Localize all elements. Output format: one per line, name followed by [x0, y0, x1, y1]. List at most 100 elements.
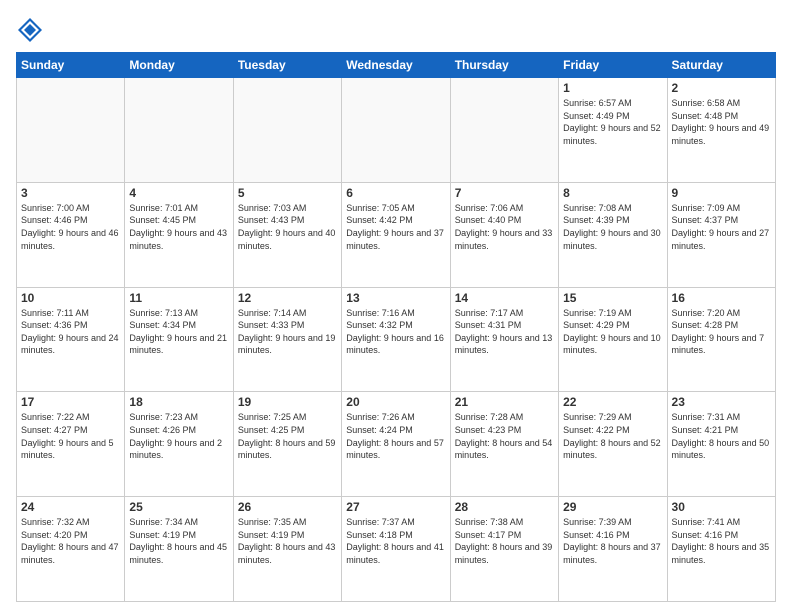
calendar-cell: 26 Sunrise: 7:35 AM Sunset: 4:19 PM Dayli…: [233, 497, 341, 602]
calendar-cell: 25Sunrise: 7:34 AM Sunset: 4:19 PM Dayli…: [125, 497, 233, 602]
day-info: Sunrise: 7:37 AM Sunset: 4:18 PM Dayligh…: [346, 516, 445, 566]
day-number: 22: [563, 395, 662, 409]
day-info: Sunrise: 7:08 AM Sunset: 4:39 PM Dayligh…: [563, 202, 662, 252]
calendar-cell: 8 Sunrise: 7:08 AM Sunset: 4:39 PM Daylig…: [559, 182, 667, 287]
day-number: 28: [455, 500, 554, 514]
day-number: 23: [672, 395, 771, 409]
weekday-header-thursday: Thursday: [450, 53, 558, 78]
calendar-cell: 1 Sunrise: 6:57 AM Sunset: 4:49 PM Daylig…: [559, 78, 667, 183]
calendar-table: SundayMondayTuesdayWednesdayThursdayFrid…: [16, 52, 776, 602]
calendar-cell: 29 Sunrise: 7:39 AM Sunset: 4:16 PM Dayli…: [559, 497, 667, 602]
day-number: 7: [455, 186, 554, 200]
calendar-cell: [233, 78, 341, 183]
calendar-cell: 17Sunrise: 7:22 AM Sunset: 4:27 PM Dayli…: [17, 392, 125, 497]
day-number: 11: [129, 291, 228, 305]
day-info: Sunrise: 7:01 AM Sunset: 4:45 PM Dayligh…: [129, 202, 228, 252]
day-info: Sunrise: 7:03 AM Sunset: 4:43 PM Dayligh…: [238, 202, 337, 252]
calendar-cell: 27 Sunrise: 7:37 AM Sunset: 4:18 PM Dayli…: [342, 497, 450, 602]
weekday-header-friday: Friday: [559, 53, 667, 78]
calendar-cell: 28 Sunrise: 7:38 AM Sunset: 4:17 PM Dayli…: [450, 497, 558, 602]
calendar-cell: 5 Sunrise: 7:03 AM Sunset: 4:43 PM Daylig…: [233, 182, 341, 287]
day-number: 14: [455, 291, 554, 305]
day-info: Sunrise: 7:39 AM Sunset: 4:16 PM Dayligh…: [563, 516, 662, 566]
day-number: 6: [346, 186, 445, 200]
day-info: Sunrise: 7:11 AM Sunset: 4:36 PM Dayligh…: [21, 307, 120, 357]
weekday-header-wednesday: Wednesday: [342, 53, 450, 78]
day-info: Sunrise: 7:09 AM Sunset: 4:37 PM Dayligh…: [672, 202, 771, 252]
day-info: Sunrise: 7:19 AM Sunset: 4:29 PM Dayligh…: [563, 307, 662, 357]
day-number: 5: [238, 186, 337, 200]
day-number: 16: [672, 291, 771, 305]
weekday-header-sunday: Sunday: [17, 53, 125, 78]
calendar-cell: 20 Sunrise: 7:26 AM Sunset: 4:24 PM Dayli…: [342, 392, 450, 497]
header: [16, 16, 776, 44]
day-info: Sunrise: 7:17 AM Sunset: 4:31 PM Dayligh…: [455, 307, 554, 357]
calendar-cell: 2 Sunrise: 6:58 AM Sunset: 4:48 PM Daylig…: [667, 78, 775, 183]
day-info: Sunrise: 7:32 AM Sunset: 4:20 PM Dayligh…: [21, 516, 120, 566]
calendar-cell: 7 Sunrise: 7:06 AM Sunset: 4:40 PM Daylig…: [450, 182, 558, 287]
day-info: Sunrise: 7:28 AM Sunset: 4:23 PM Dayligh…: [455, 411, 554, 461]
calendar-cell: 16 Sunrise: 7:20 AM Sunset: 4:28 PM Dayli…: [667, 287, 775, 392]
day-info: Sunrise: 7:34 AM Sunset: 4:19 PM Dayligh…: [129, 516, 228, 566]
page: SundayMondayTuesdayWednesdayThursdayFrid…: [0, 0, 792, 612]
day-info: Sunrise: 7:29 AM Sunset: 4:22 PM Dayligh…: [563, 411, 662, 461]
day-number: 29: [563, 500, 662, 514]
calendar-cell: 6Sunrise: 7:05 AM Sunset: 4:42 PM Daylig…: [342, 182, 450, 287]
day-number: 13: [346, 291, 445, 305]
day-info: Sunrise: 7:23 AM Sunset: 4:26 PM Dayligh…: [129, 411, 228, 461]
calendar-cell: 13 Sunrise: 7:16 AM Sunset: 4:32 PM Dayli…: [342, 287, 450, 392]
day-number: 27: [346, 500, 445, 514]
logo: [16, 16, 48, 44]
day-number: 24: [21, 500, 120, 514]
day-number: 26: [238, 500, 337, 514]
calendar-cell: 30 Sunrise: 7:41 AM Sunset: 4:16 PM Dayli…: [667, 497, 775, 602]
day-info: Sunrise: 7:06 AM Sunset: 4:40 PM Dayligh…: [455, 202, 554, 252]
calendar-cell: 12Sunrise: 7:14 AM Sunset: 4:33 PM Dayli…: [233, 287, 341, 392]
logo-icon: [16, 16, 44, 44]
day-number: 20: [346, 395, 445, 409]
calendar-cell: [342, 78, 450, 183]
calendar-week-3: 10Sunrise: 7:11 AM Sunset: 4:36 PM Dayli…: [17, 287, 776, 392]
day-info: Sunrise: 6:58 AM Sunset: 4:48 PM Dayligh…: [672, 97, 771, 147]
calendar-cell: 23 Sunrise: 7:31 AM Sunset: 4:21 PM Dayli…: [667, 392, 775, 497]
day-number: 17: [21, 395, 120, 409]
day-info: Sunrise: 7:13 AM Sunset: 4:34 PM Dayligh…: [129, 307, 228, 357]
day-info: Sunrise: 7:35 AM Sunset: 4:19 PM Dayligh…: [238, 516, 337, 566]
day-info: Sunrise: 7:41 AM Sunset: 4:16 PM Dayligh…: [672, 516, 771, 566]
calendar-week-5: 24 Sunrise: 7:32 AM Sunset: 4:20 PM Dayli…: [17, 497, 776, 602]
day-info: Sunrise: 7:31 AM Sunset: 4:21 PM Dayligh…: [672, 411, 771, 461]
weekday-header-tuesday: Tuesday: [233, 53, 341, 78]
calendar-cell: 11 Sunrise: 7:13 AM Sunset: 4:34 PM Dayli…: [125, 287, 233, 392]
day-info: Sunrise: 7:16 AM Sunset: 4:32 PM Dayligh…: [346, 307, 445, 357]
calendar-cell: 14 Sunrise: 7:17 AM Sunset: 4:31 PM Dayli…: [450, 287, 558, 392]
day-info: Sunrise: 6:57 AM Sunset: 4:49 PM Dayligh…: [563, 97, 662, 147]
calendar-cell: [125, 78, 233, 183]
day-number: 8: [563, 186, 662, 200]
day-info: Sunrise: 7:20 AM Sunset: 4:28 PM Dayligh…: [672, 307, 771, 357]
day-number: 30: [672, 500, 771, 514]
day-number: 15: [563, 291, 662, 305]
day-info: Sunrise: 7:25 AM Sunset: 4:25 PM Dayligh…: [238, 411, 337, 461]
calendar-cell: 9Sunrise: 7:09 AM Sunset: 4:37 PM Daylig…: [667, 182, 775, 287]
weekday-header-monday: Monday: [125, 53, 233, 78]
weekday-header-saturday: Saturday: [667, 53, 775, 78]
day-info: Sunrise: 7:14 AM Sunset: 4:33 PM Dayligh…: [238, 307, 337, 357]
calendar-cell: 18Sunrise: 7:23 AM Sunset: 4:26 PM Dayli…: [125, 392, 233, 497]
calendar-cell: 24 Sunrise: 7:32 AM Sunset: 4:20 PM Dayli…: [17, 497, 125, 602]
calendar-week-4: 17Sunrise: 7:22 AM Sunset: 4:27 PM Dayli…: [17, 392, 776, 497]
day-number: 1: [563, 81, 662, 95]
calendar-cell: 4Sunrise: 7:01 AM Sunset: 4:45 PM Daylig…: [125, 182, 233, 287]
day-info: Sunrise: 7:38 AM Sunset: 4:17 PM Dayligh…: [455, 516, 554, 566]
calendar-week-2: 3Sunrise: 7:00 AM Sunset: 4:46 PM Daylig…: [17, 182, 776, 287]
calendar-cell: 10Sunrise: 7:11 AM Sunset: 4:36 PM Dayli…: [17, 287, 125, 392]
calendar-cell: 21Sunrise: 7:28 AM Sunset: 4:23 PM Dayli…: [450, 392, 558, 497]
calendar-cell: [450, 78, 558, 183]
weekday-header-row: SundayMondayTuesdayWednesdayThursdayFrid…: [17, 53, 776, 78]
calendar-cell: 15 Sunrise: 7:19 AM Sunset: 4:29 PM Dayli…: [559, 287, 667, 392]
calendar-cell: 19 Sunrise: 7:25 AM Sunset: 4:25 PM Dayli…: [233, 392, 341, 497]
day-number: 2: [672, 81, 771, 95]
calendar-week-1: 1 Sunrise: 6:57 AM Sunset: 4:49 PM Daylig…: [17, 78, 776, 183]
day-number: 19: [238, 395, 337, 409]
day-info: Sunrise: 7:26 AM Sunset: 4:24 PM Dayligh…: [346, 411, 445, 461]
calendar-cell: 3Sunrise: 7:00 AM Sunset: 4:46 PM Daylig…: [17, 182, 125, 287]
